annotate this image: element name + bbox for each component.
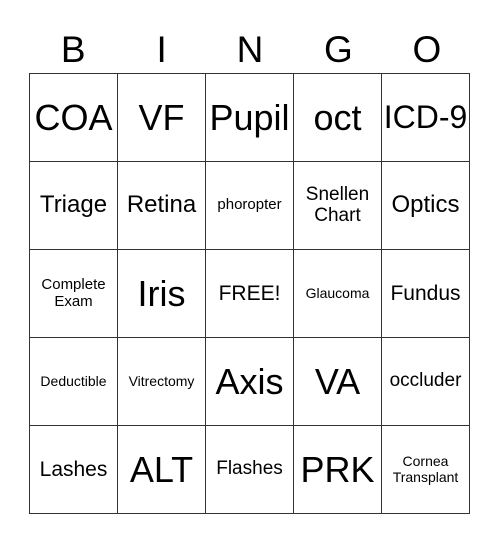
bingo-cell[interactable]: PRK	[294, 426, 382, 514]
bingo-header: B I N G O	[29, 28, 471, 72]
bingo-cell[interactable]: Optics	[382, 162, 470, 250]
bingo-cell[interactable]: Snellen Chart	[294, 162, 382, 250]
bingo-cell[interactable]: Vitrectomy	[118, 338, 206, 426]
bingo-cell[interactable]: phoropter	[206, 162, 294, 250]
bingo-cell[interactable]: VA	[294, 338, 382, 426]
bingo-cell[interactable]: Fundus	[382, 250, 470, 338]
header-letter-i: I	[156, 29, 167, 70]
bingo-cell[interactable]: COA	[30, 74, 118, 162]
bingo-cell[interactable]: Deductible	[30, 338, 118, 426]
bingo-cell[interactable]: Complete Exam	[30, 250, 118, 338]
bingo-cell[interactable]: Pupil	[206, 74, 294, 162]
bingo-cell[interactable]: Axis	[206, 338, 294, 426]
bingo-cell[interactable]: Triage	[30, 162, 118, 250]
header-letter-o: O	[412, 29, 442, 70]
bingo-cell[interactable]: Retina	[118, 162, 206, 250]
bingo-grid: COA VF Pupil oct ICD-9 Triage Retina phoropter S…	[29, 73, 470, 514]
bingo-cell[interactable]: ALT	[118, 426, 206, 514]
header-letter-n: N	[236, 29, 264, 70]
bingo-cell[interactable]: occluder	[382, 338, 470, 426]
bingo-cell[interactable]: ICD-9	[382, 74, 470, 162]
bingo-cell-free[interactable]: FREE!	[206, 250, 294, 338]
bingo-cell[interactable]: oct	[294, 74, 382, 162]
header-letter-b: B	[60, 29, 86, 70]
header-letter-g: G	[324, 29, 353, 70]
bingo-cell[interactable]: Lashes	[30, 426, 118, 514]
bingo-cell[interactable]: Iris	[118, 250, 206, 338]
bingo-cell[interactable]: Flashes	[206, 426, 294, 514]
bingo-cell[interactable]: Cornea Transplant	[382, 426, 470, 514]
bingo-cell[interactable]: VF	[118, 74, 206, 162]
bingo-cell[interactable]: Glaucoma	[294, 250, 382, 338]
